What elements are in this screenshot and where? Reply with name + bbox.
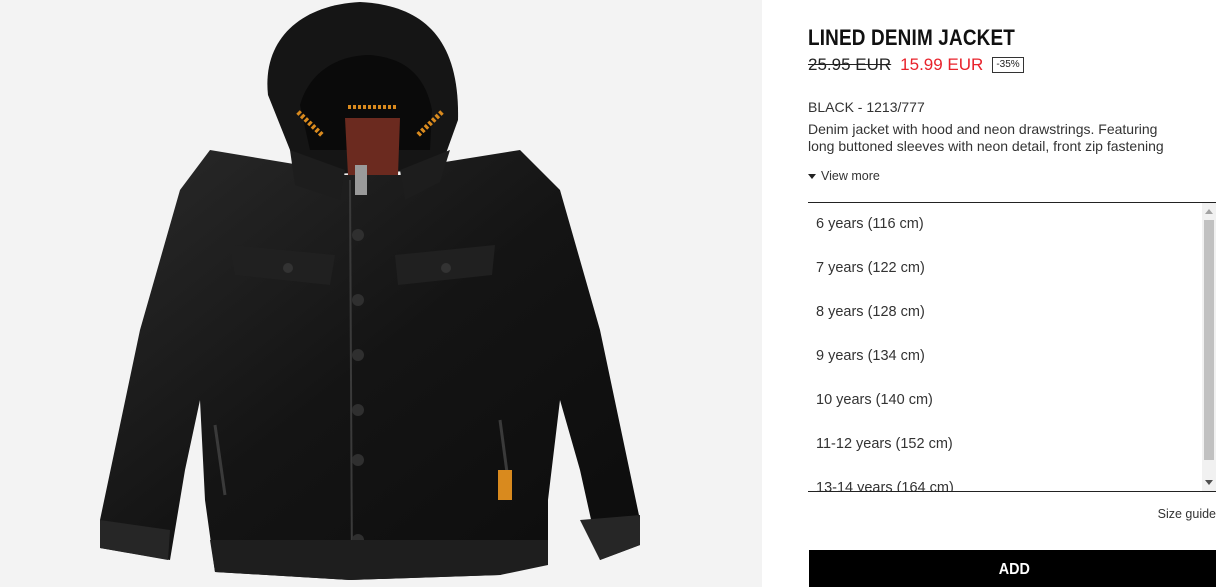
description-line: Denim jacket with hood and neon drawstri… xyxy=(808,121,1158,137)
product-description: Denim jacket with hood and neon drawstri… xyxy=(808,121,1216,155)
size-option[interactable]: 9 years (134 cm) xyxy=(816,348,925,364)
add-to-cart-button[interactable]: ADD xyxy=(809,550,1216,587)
add-button-label: ADD xyxy=(998,561,1030,578)
color-reference: BLACK - 1213/777 xyxy=(808,99,925,115)
size-option[interactable]: 8 years (128 cm) xyxy=(816,304,925,320)
size-list-scrollbar[interactable] xyxy=(1202,203,1216,491)
size-option[interactable]: 10 years (140 cm) xyxy=(816,392,933,408)
description-line: long buttoned sleeves with neon detail, … xyxy=(808,138,1164,154)
jacket-illustration xyxy=(100,2,640,580)
size-option[interactable]: 7 years (122 cm) xyxy=(816,260,925,276)
old-price: 25.95 EUR xyxy=(808,55,892,74)
size-guide-link[interactable]: Size guide xyxy=(1158,507,1216,521)
scroll-up-arrow-icon[interactable] xyxy=(1205,209,1213,214)
product-title: LINED DENIM JACKET xyxy=(808,25,1016,50)
view-more-link[interactable]: View more xyxy=(808,169,880,183)
size-option[interactable]: 13-14 years (164 cm) xyxy=(816,480,954,491)
size-option[interactable]: 6 years (116 cm) xyxy=(816,216,924,232)
product-info-panel: LINED DENIM JACKET 25.95 EUR 15.99 EUR -… xyxy=(808,0,1216,587)
size-selector-list[interactable]: 6 years (116 cm) 7 years (122 cm) 8 year… xyxy=(808,202,1216,492)
price-row: 25.95 EUR 15.99 EUR -35% xyxy=(808,55,1024,75)
view-more-label: View more xyxy=(821,169,880,183)
discount-badge: -35% xyxy=(992,57,1024,73)
caret-down-icon xyxy=(808,173,816,179)
scroll-down-arrow-icon[interactable] xyxy=(1205,480,1213,485)
scrollbar-thumb[interactable] xyxy=(1204,220,1214,460)
sale-price: 15.99 EUR xyxy=(900,55,984,74)
size-option[interactable]: 11-12 years (152 cm) xyxy=(816,436,953,452)
product-image[interactable] xyxy=(0,0,762,587)
